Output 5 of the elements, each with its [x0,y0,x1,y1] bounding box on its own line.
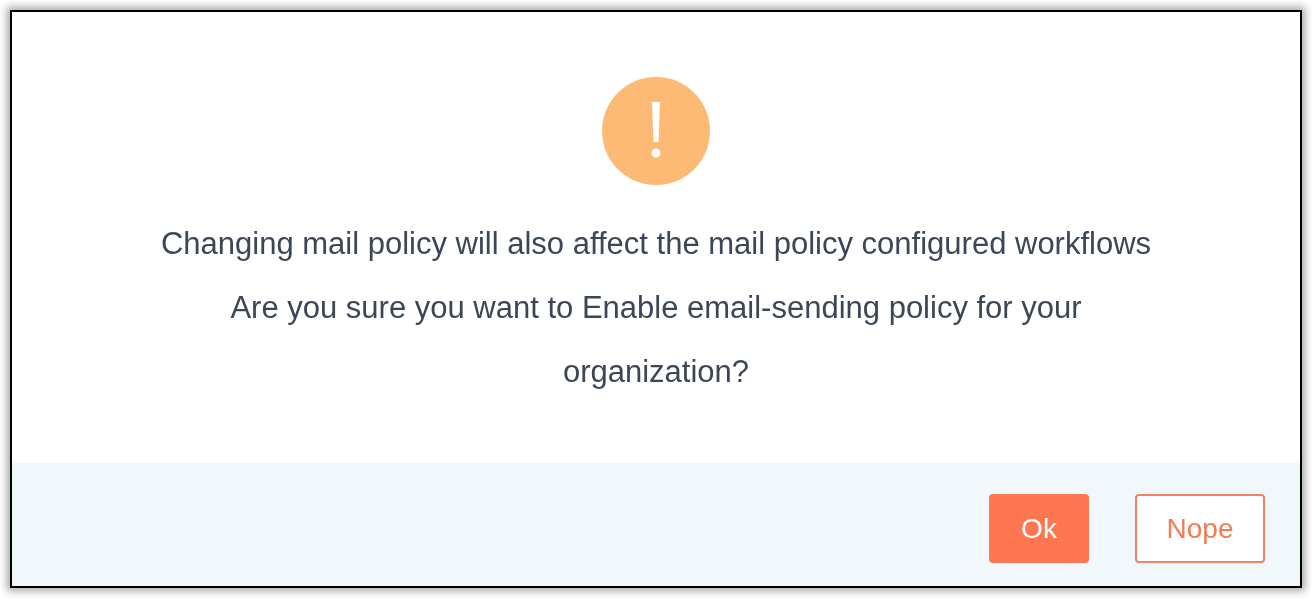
ok-button[interactable]: Ok [989,494,1089,563]
message-text: Changing mail policy will also affect the mail policy configured workflows [160,225,1152,263]
warning-icon [602,77,710,185]
cancel-button[interactable]: Nope [1135,494,1265,563]
message-text: Are you sure you want to Enable email-sending policy for your organization? [229,289,1083,391]
